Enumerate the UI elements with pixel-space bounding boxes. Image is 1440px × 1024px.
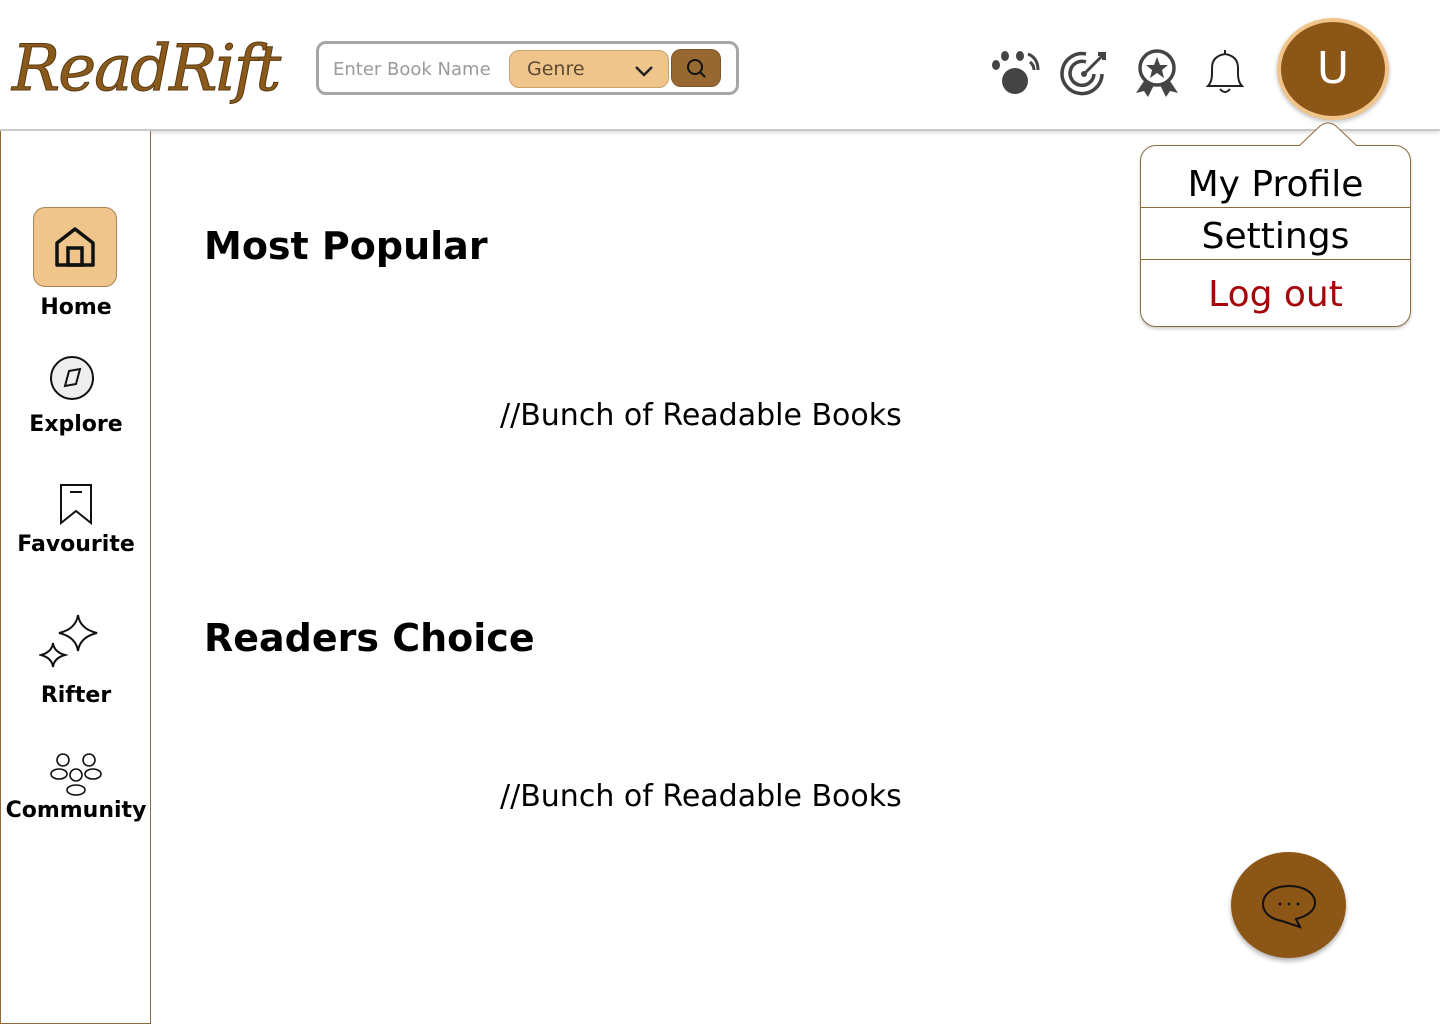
bookmark-icon[interactable] (59, 483, 93, 525)
sidebar-item-label[interactable]: Home (1, 295, 151, 320)
sidebar-item-label[interactable]: Community (1, 798, 151, 823)
menu-item-log-out[interactable]: Log out (1141, 274, 1410, 315)
genre-dropdown[interactable]: Genre (509, 50, 669, 88)
menu-pointer (1298, 122, 1358, 148)
bell-icon[interactable] (1198, 48, 1252, 100)
section-title-readers-choice: Readers Choice (204, 616, 535, 660)
chat-bubble-icon (1261, 884, 1317, 929)
people-icon[interactable] (49, 751, 103, 799)
award-badge-icon[interactable] (1130, 48, 1184, 100)
search-input[interactable] (333, 56, 501, 82)
menu-divider (1141, 207, 1410, 208)
sidebar-item-label[interactable]: Explore (1, 412, 151, 437)
sidebar-item-label[interactable]: Rifter (1, 683, 151, 708)
sidebar-nav: Home Explore Favourite Rifter Community (0, 131, 151, 1024)
menu-item-my-profile[interactable]: My Profile (1141, 164, 1410, 205)
home-icon (55, 227, 95, 267)
sidebar-item-label[interactable]: Favourite (1, 532, 151, 557)
books-placeholder: //Bunch of Readable Books (500, 779, 902, 814)
profile-menu: My Profile Settings Log out (1140, 145, 1411, 327)
readrift-logo[interactable]: ReadRift (10, 18, 305, 108)
search-bar: Genre (316, 41, 739, 95)
menu-item-settings[interactable]: Settings (1141, 216, 1410, 257)
chat-button[interactable] (1231, 852, 1346, 958)
books-placeholder: //Bunch of Readable Books (500, 398, 902, 433)
search-button[interactable] (671, 49, 721, 87)
sparkles-icon[interactable] (39, 613, 101, 669)
logo-text: ReadRift (11, 32, 282, 106)
target-icon[interactable] (1058, 48, 1112, 100)
cat-paw-icon[interactable] (990, 48, 1044, 100)
top-header: ReadRift Genre (0, 0, 1440, 131)
compass-icon[interactable] (49, 355, 95, 401)
menu-divider (1141, 259, 1410, 260)
user-avatar[interactable]: U (1277, 18, 1389, 120)
search-icon (687, 59, 706, 78)
sidebar-item-home[interactable] (33, 207, 117, 287)
section-title-most-popular: Most Popular (204, 224, 488, 268)
chevron-down-icon (635, 66, 653, 77)
genre-label: Genre (527, 58, 585, 80)
